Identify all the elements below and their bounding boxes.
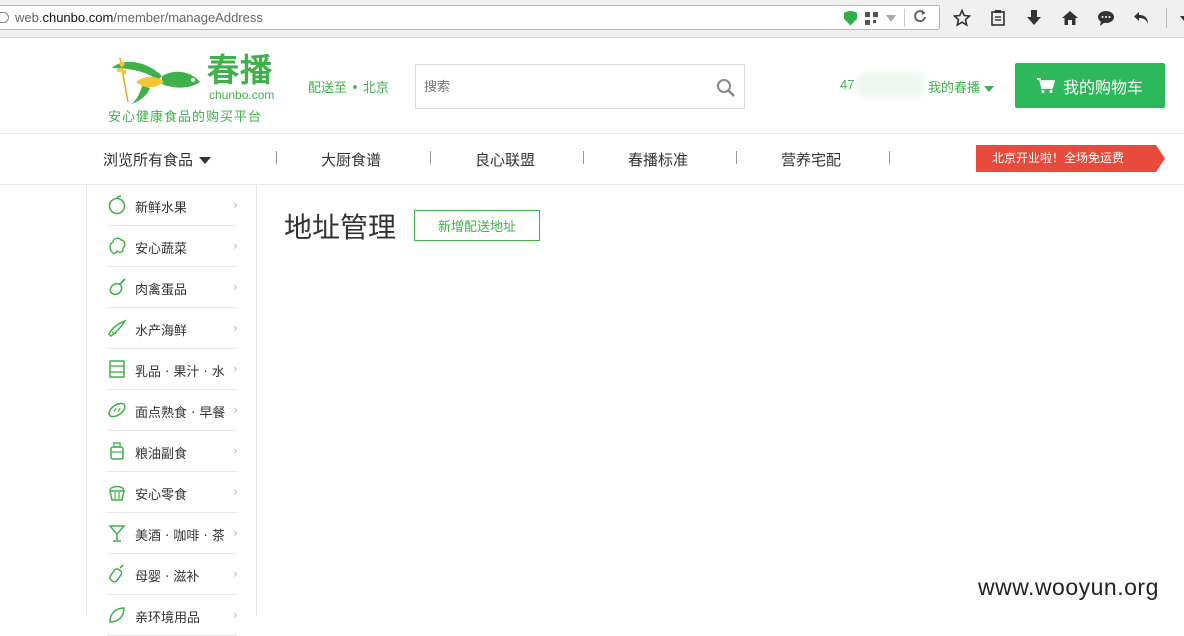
chevron-right-icon: › — [233, 567, 238, 581]
browser-toolbar: web.chunbo.com/member/manageAddress — [0, 0, 1184, 38]
vegetable-icon — [109, 237, 126, 255]
logo-domain: chunbo.com — [209, 88, 275, 102]
sidebar-item-grain-oil[interactable]: 粮油副食 › — [107, 431, 238, 472]
category-sidebar: 新鲜水果 › 安心蔬菜 › 肉禽蛋品 › 水产海鲜 › 乳品 · 果汁 · 水 … — [86, 185, 257, 636]
chevron-right-icon: › — [233, 280, 238, 294]
sidebar-item-meat[interactable]: 肉禽蛋品 › — [107, 267, 238, 308]
chevron-right-icon: › — [233, 321, 238, 335]
sidebar-item-label: 粮油副食 — [135, 447, 188, 462]
shield-icon[interactable] — [844, 10, 857, 26]
nav-item-recipes[interactable]: 大厨食谱 — [321, 149, 381, 170]
sidebar-item-baby[interactable]: 母婴 · 滋补 › — [107, 554, 238, 595]
cart-button[interactable]: 我的购物车 — [1015, 63, 1165, 108]
nav-separator — [276, 151, 277, 164]
search-box — [415, 64, 745, 109]
logo-slogan: 安心健康食品的购买平台 — [108, 110, 263, 125]
bread-icon — [108, 402, 126, 418]
sidebar-item-label: 新鲜水果 — [135, 201, 188, 216]
chevron-right-icon: › — [233, 526, 238, 540]
browse-all-foods-menu[interactable]: 浏览所有食品 — [103, 149, 212, 170]
nav-separator — [430, 151, 431, 164]
nav-separator — [736, 151, 737, 164]
bookmark-star-icon[interactable] — [950, 7, 974, 29]
caret-down-icon — [199, 157, 212, 164]
caret-down-icon — [984, 85, 995, 92]
address-bar[interactable]: web.chunbo.com/member/manageAddress — [0, 5, 940, 30]
sidebar-item-fruit[interactable]: 新鲜水果 › — [107, 185, 238, 226]
cart-label: 我的购物车 — [1062, 77, 1143, 97]
reading-list-icon[interactable] — [986, 7, 1010, 29]
home-icon[interactable] — [1058, 7, 1082, 29]
chevron-right-icon: › — [233, 239, 238, 253]
site-logo[interactable]: 春播 chunbo.com 安心健康食品的购买平台 — [106, 52, 281, 127]
my-account-label: 我的春播 — [928, 81, 981, 96]
sidebar-item-seafood[interactable]: 水产海鲜 › — [107, 308, 238, 349]
snack-icon — [109, 485, 125, 501]
chevron-right-icon: › — [233, 444, 238, 458]
chevron-right-icon: › — [233, 362, 238, 376]
logo-name: 春播 — [207, 51, 274, 89]
promo-banner[interactable]: 北京开业啦！全场免运费 — [976, 145, 1165, 172]
redacted-user-name — [856, 72, 926, 98]
nav-item-standards[interactable]: 春播标准 — [628, 149, 688, 170]
reload-icon[interactable] — [913, 9, 927, 27]
divider — [1166, 8, 1167, 28]
fish-logo-icon — [112, 57, 200, 104]
qr-code-icon[interactable] — [865, 11, 878, 25]
site-info-icon[interactable] — [0, 12, 9, 23]
add-address-button[interactable]: 新增配送地址 — [414, 210, 540, 241]
undo-icon[interactable] — [1130, 7, 1154, 29]
divider — [904, 9, 905, 27]
watermark: www.wooyun.org — [978, 574, 1159, 600]
sidebar-item-label: 乳品 · 果汁 · 水 — [135, 365, 225, 380]
sidebar-item-label: 肉禽蛋品 — [135, 283, 188, 298]
sidebar-item-label: 亲环境用品 — [135, 611, 201, 626]
url-text[interactable]: web.chunbo.com/member/manageAddress — [15, 10, 263, 25]
url-bar-icons — [844, 9, 927, 27]
nav-item-alliance[interactable]: 良心联盟 — [475, 149, 535, 170]
sidebar-item-label: 安心蔬菜 — [135, 242, 188, 257]
chevron-right-icon: › — [233, 403, 238, 417]
seafood-icon — [108, 319, 127, 337]
delivery-location-selector[interactable]: 配送至 • 北京 — [308, 77, 389, 96]
nav-item-delivery[interactable]: 营养宅配 — [781, 149, 841, 170]
search-icon[interactable] — [716, 78, 736, 98]
download-icon[interactable] — [1022, 7, 1046, 29]
sidebar-item-dairy[interactable]: 乳品 · 果汁 · 水 › — [107, 349, 238, 390]
sidebar-item-bread[interactable]: 面点熟食 · 早餐 › — [107, 390, 238, 431]
baby-icon — [109, 564, 124, 583]
nav-separator — [889, 151, 890, 164]
sidebar-item-label: 水产海鲜 — [135, 324, 188, 339]
fruit-icon — [108, 195, 126, 215]
sidebar-item-label: 安心零食 — [135, 488, 188, 503]
sidebar-item-vegetable[interactable]: 安心蔬菜 › — [107, 226, 238, 267]
sidebar-item-label: 面点熟食 · 早餐 — [135, 406, 226, 421]
grain-oil-icon — [110, 442, 124, 460]
sidebar-item-drinks[interactable]: 美酒 · 咖啡 · 茶 › — [107, 513, 238, 554]
sidebar-item-snack[interactable]: 安心零食 › — [107, 472, 238, 513]
url-history-dropdown-icon[interactable] — [886, 14, 896, 22]
sidebar-item-label: 母婴 · 滋补 — [135, 570, 200, 585]
sidebar-item-label: 美酒 · 咖啡 · 茶 — [135, 529, 225, 544]
drinks-icon — [108, 525, 126, 542]
chevron-right-icon: › — [233, 198, 238, 212]
meat-icon — [109, 278, 126, 296]
chat-icon[interactable] — [1094, 7, 1118, 29]
menu-dropdown-icon[interactable] — [1179, 7, 1184, 29]
my-account-menu[interactable]: 我的春播 — [928, 77, 995, 96]
page-title: 地址管理 — [284, 211, 397, 244]
eco-icon — [109, 607, 125, 623]
cart-icon — [1036, 77, 1055, 93]
divider — [0, 133, 1184, 134]
chevron-right-icon: › — [233, 485, 238, 499]
chevron-right-icon: › — [233, 608, 238, 622]
browser-toolbar-buttons — [950, 7, 1184, 29]
user-id[interactable]: 47 — [840, 77, 854, 92]
dairy-icon — [109, 360, 125, 378]
browse-all-label: 浏览所有食品 — [103, 151, 194, 169]
search-input[interactable] — [424, 77, 704, 97]
nav-separator — [583, 151, 584, 164]
